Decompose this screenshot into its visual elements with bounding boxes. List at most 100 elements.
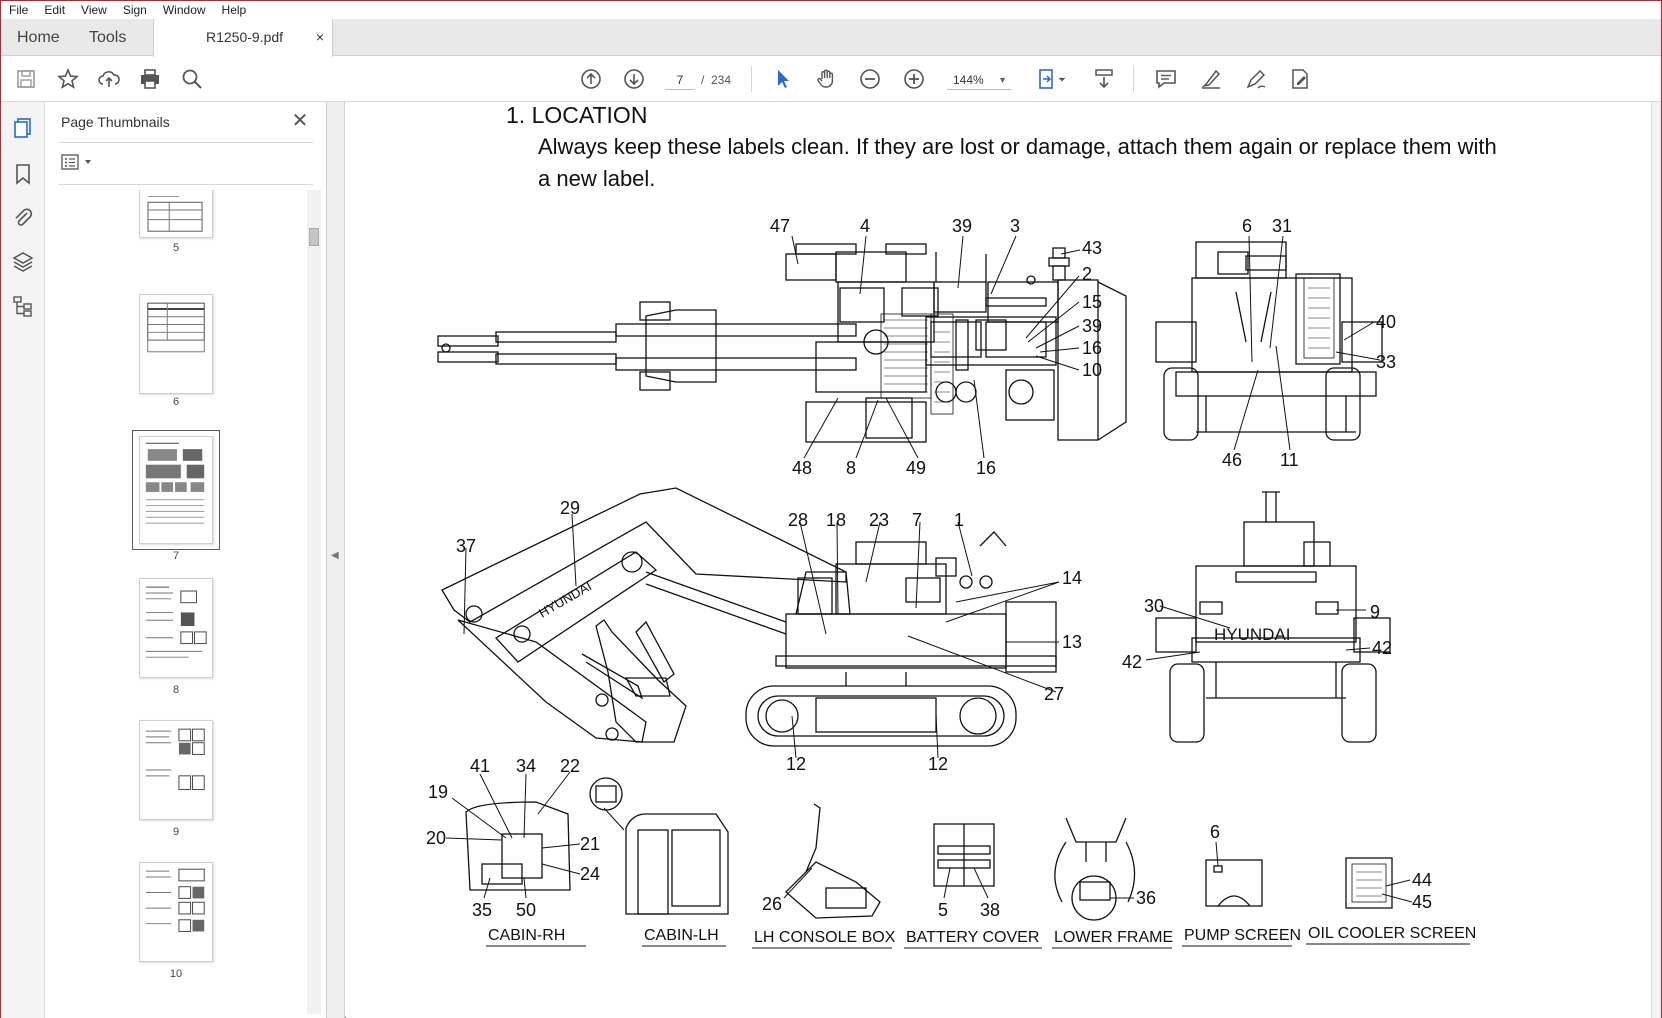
select-cursor-icon[interactable] <box>770 66 796 92</box>
acrobat-window: File Edit View Sign Window Help Home Too… <box>0 0 1662 1018</box>
menu-view[interactable]: View <box>73 1 115 19</box>
layers-icon[interactable] <box>11 250 35 274</box>
pump-screen-view <box>1205 859 1263 907</box>
thumbnail-page-number: 8 <box>172 684 180 696</box>
thumbnail-page[interactable] <box>139 578 213 678</box>
thumbnail-list: 5 6 7 8 9 10 <box>45 190 307 1014</box>
document-scrollbar[interactable] <box>1651 102 1661 1018</box>
callout-number: 12 <box>786 754 806 774</box>
page-number-input[interactable]: 7 <box>665 70 695 90</box>
search-icon[interactable] <box>179 66 205 92</box>
panel-splitter[interactable]: ◀ <box>327 102 345 1018</box>
rear-view <box>1155 241 1383 441</box>
caption-oil-cooler-screen: OIL COOLER SCREEN <box>1308 925 1476 942</box>
save-icon[interactable] <box>13 66 39 92</box>
thumbnail-page-number: 9 <box>172 826 180 838</box>
print-icon[interactable] <box>137 66 163 92</box>
thumbnail-options-button[interactable] <box>61 152 101 172</box>
document-view: 1. LOCATION Always keep these labels cle… <box>346 102 1651 1018</box>
zoom-level-value: 144% <box>953 73 984 87</box>
callout-number: 44 <box>1412 870 1432 890</box>
menu-bar: File Edit View Sign Window Help <box>1 1 1661 19</box>
thumbnail-page-number: 6 <box>172 396 180 408</box>
tab-tools[interactable]: Tools <box>89 19 126 56</box>
menu-sign[interactable]: Sign <box>115 1 155 19</box>
thumbnail-page[interactable] <box>139 862 213 962</box>
next-page-icon[interactable] <box>621 66 647 92</box>
callout-number: 8 <box>846 458 856 478</box>
callout-number: 30 <box>1144 596 1164 616</box>
tab-document[interactable]: R1250-9.pdf × <box>153 19 333 57</box>
callout-number: 47 <box>770 216 790 236</box>
close-tab-icon[interactable]: × <box>316 19 324 56</box>
thumbnail-page[interactable] <box>139 294 213 394</box>
callout-number: 16 <box>1082 338 1102 358</box>
edit-document-icon[interactable] <box>1287 66 1313 92</box>
thumbnail-page[interactable] <box>139 190 213 238</box>
caption-cabin-lh: CABIN-LH <box>644 927 719 944</box>
thumbnail-page[interactable] <box>139 720 213 820</box>
callout-number: 42 <box>1372 638 1392 658</box>
callout-number: 6 <box>1242 216 1252 236</box>
label-location-diagram: HYUNDAI HYUNDAI 47 4 39 3 43 2 15 39 16 … <box>426 216 1476 949</box>
page-thumbnails-icon[interactable] <box>11 116 35 140</box>
callout-number: 21 <box>580 834 600 854</box>
callout-number: 31 <box>1272 216 1292 236</box>
zoom-out-icon[interactable] <box>857 66 883 92</box>
menu-file[interactable]: File <box>1 1 36 19</box>
collapse-panel-icon[interactable]: ◀ <box>331 550 339 561</box>
close-panel-icon[interactable]: ✕ <box>289 110 311 132</box>
callout-number: 19 <box>428 782 448 802</box>
callout-number: 33 <box>1376 352 1396 372</box>
page-thumbnails-panel: Page Thumbnails ✕ 5 6 7 8 9 10 <box>45 102 327 1018</box>
scrollbar-thumb[interactable] <box>309 228 319 246</box>
oil-cooler-screen-view <box>1345 857 1393 909</box>
callout-number: 35 <box>472 900 492 920</box>
callout-number: 28 <box>788 510 808 530</box>
callout-number: 16 <box>976 458 996 478</box>
scrolling-mode-icon[interactable] <box>1091 66 1117 92</box>
toolbar: 7 / 234 144% ▼ <box>1 57 1661 102</box>
fit-options-chevron-icon[interactable] <box>1055 66 1069 92</box>
thumbnail-page-number: 10 <box>169 968 183 980</box>
structure-tree-icon[interactable] <box>11 294 35 318</box>
zoom-in-icon[interactable] <box>901 66 927 92</box>
upload-icon[interactable] <box>96 66 122 92</box>
comment-icon[interactable] <box>1153 66 1179 92</box>
thumbnail-scrollbar[interactable] <box>307 190 321 1014</box>
callout-number: 12 <box>928 754 948 774</box>
star-icon[interactable] <box>55 66 81 92</box>
menu-help[interactable]: Help <box>214 1 255 19</box>
battery-cover-view <box>933 823 995 887</box>
thumbnail-page[interactable] <box>139 436 213 544</box>
caption-battery-cover: BATTERY COVER <box>906 929 1039 946</box>
callout-number: 20 <box>426 828 446 848</box>
callout-number: 36 <box>1136 888 1156 908</box>
callout-number: 27 <box>1044 684 1064 704</box>
callout-number: 49 <box>906 458 926 478</box>
highlight-icon[interactable] <box>1198 66 1224 92</box>
callout-number: 42 <box>1122 652 1142 672</box>
thumbnail-page-number: 5 <box>172 242 180 254</box>
callout-number: 24 <box>580 864 600 884</box>
callout-number: 4 <box>860 216 870 236</box>
menu-edit[interactable]: Edit <box>36 1 73 19</box>
zoom-level-dropdown[interactable]: 144% ▼ <box>947 70 1011 90</box>
bookmark-icon[interactable] <box>11 162 35 186</box>
menu-window[interactable]: Window <box>155 1 214 19</box>
previous-page-icon[interactable] <box>578 66 604 92</box>
callout-number: 1 <box>954 510 964 530</box>
callout-number: 14 <box>1062 568 1082 588</box>
front-view <box>1155 491 1391 743</box>
callout-number: 26 <box>762 894 782 914</box>
hand-tool-icon[interactable] <box>813 66 839 92</box>
console-box-view <box>785 803 881 919</box>
callout-number: 46 <box>1222 450 1242 470</box>
draw-icon[interactable] <box>1243 66 1269 92</box>
callout-number: 29 <box>560 498 580 518</box>
attachment-icon[interactable] <box>11 206 35 230</box>
callout-number: 3 <box>1010 216 1020 236</box>
tab-bar: Home Tools R1250-9.pdf × <box>1 19 1661 57</box>
tab-home[interactable]: Home <box>17 19 60 56</box>
callout-number: 22 <box>560 756 580 776</box>
